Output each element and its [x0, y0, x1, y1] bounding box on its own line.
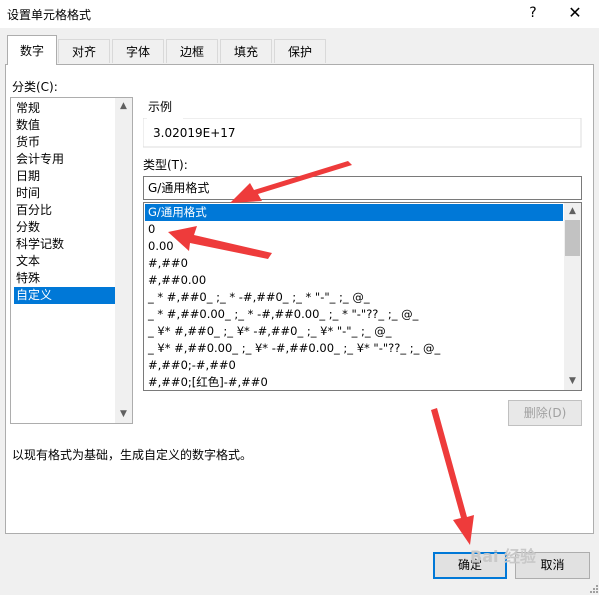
- close-button[interactable]: ✕: [564, 2, 586, 24]
- category-scrollbar[interactable]: ▲ ▼: [115, 98, 132, 423]
- resize-grip-icon[interactable]: [590, 585, 598, 593]
- type-scrollbar[interactable]: ▲ ▼: [564, 203, 581, 390]
- category-list[interactable]: 常规 数值 货币 会计专用 日期 时间 百分比 分数 科学记数 文本 特殊 自定…: [10, 97, 133, 424]
- tab-alignment[interactable]: 对齐: [58, 39, 110, 63]
- type-item[interactable]: _ ¥* #,##0.00_ ;_ ¥* -#,##0.00_ ;_ ¥* "-…: [145, 340, 440, 357]
- type-list[interactable]: G/通用格式 0 0.00 #,##0 #,##0.00 _ * #,##0_ …: [143, 202, 582, 391]
- type-item[interactable]: #,##0;-#,##0: [145, 357, 236, 374]
- type-item-selected[interactable]: G/通用格式: [145, 204, 563, 221]
- type-input[interactable]: G/通用格式: [143, 176, 582, 200]
- type-item[interactable]: #,##0;[红色]-#,##0: [145, 374, 268, 390]
- tab-protection[interactable]: 保护: [274, 39, 326, 63]
- category-item[interactable]: 特殊: [14, 270, 42, 287]
- category-item[interactable]: 百分比: [14, 202, 54, 219]
- category-item[interactable]: 数值: [14, 117, 42, 134]
- type-item[interactable]: 0: [145, 221, 155, 238]
- sample-label: 示例: [148, 100, 173, 114]
- scroll-down-icon[interactable]: ▼: [564, 373, 581, 390]
- window-title: 设置单元格格式: [7, 8, 92, 22]
- tab-number[interactable]: 数字: [7, 35, 57, 65]
- category-item[interactable]: 时间: [14, 185, 42, 202]
- type-item[interactable]: #,##0.00: [145, 272, 206, 289]
- watermark: Bai 经验: [470, 547, 537, 566]
- category-item[interactable]: 科学记数: [14, 236, 66, 253]
- type-item[interactable]: _ ¥* #,##0_ ;_ ¥* -#,##0_ ;_ ¥* "-"_ ;_ …: [145, 323, 392, 340]
- scroll-up-icon[interactable]: ▲: [115, 98, 132, 115]
- type-item[interactable]: _ * #,##0.00_ ;_ * -#,##0.00_ ;_ * "-"??…: [145, 306, 418, 323]
- category-item[interactable]: 会计专用: [14, 151, 66, 168]
- type-item[interactable]: 0.00: [145, 238, 174, 255]
- category-item[interactable]: 日期: [14, 168, 42, 185]
- scroll-down-icon[interactable]: ▼: [115, 406, 132, 423]
- tab-fill[interactable]: 填充: [220, 39, 272, 63]
- scroll-thumb[interactable]: [565, 220, 580, 256]
- scroll-up-icon[interactable]: ▲: [564, 203, 581, 220]
- category-item[interactable]: 分数: [14, 219, 42, 236]
- type-label: 类型(T):: [143, 158, 188, 172]
- category-label: 分类(C):: [12, 80, 58, 94]
- category-item[interactable]: 常规: [14, 100, 42, 117]
- type-item[interactable]: _ * #,##0_ ;_ * -#,##0_ ;_ * "-"_ ;_ @_: [145, 289, 370, 306]
- help-button[interactable]: ?: [522, 2, 544, 24]
- delete-button[interactable]: 删除(D): [508, 400, 582, 426]
- category-item[interactable]: 文本: [14, 253, 42, 270]
- tab-font[interactable]: 字体: [112, 39, 164, 63]
- type-item[interactable]: #,##0: [145, 255, 188, 272]
- sample-value: 3.02019E+17: [153, 126, 236, 140]
- title-bar: 设置单元格格式 ? ✕: [0, 0, 599, 28]
- description-text: 以现有格式为基础，生成自定义的数字格式。: [12, 448, 253, 462]
- category-item-selected[interactable]: 自定义: [14, 287, 115, 304]
- tab-border[interactable]: 边框: [166, 39, 218, 63]
- category-item[interactable]: 货币: [14, 134, 42, 151]
